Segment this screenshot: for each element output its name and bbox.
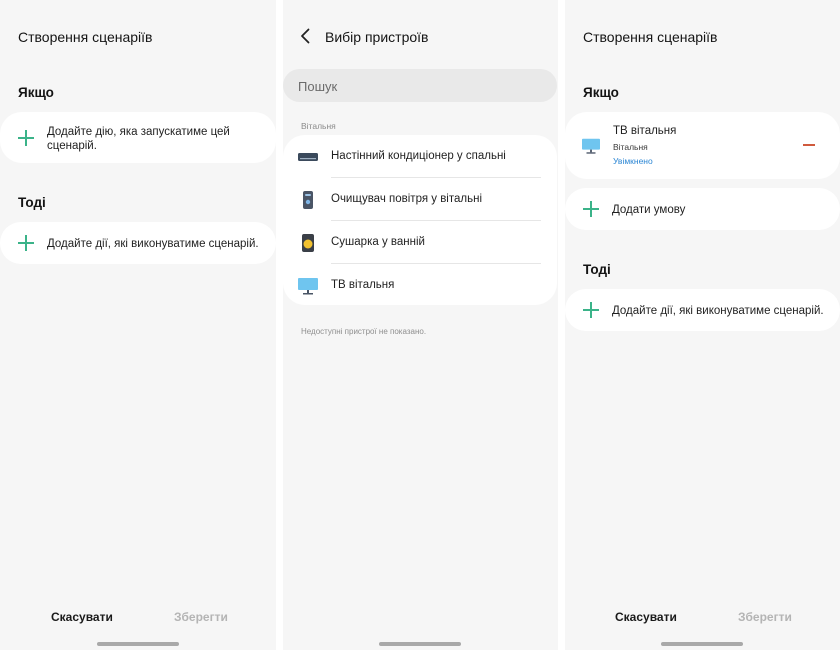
if-section-heading: Якщо	[583, 85, 619, 100]
add-action-text: Додайте дії, які виконуватиме сценарій.	[612, 305, 824, 317]
plus-icon	[18, 235, 34, 251]
air-conditioner-icon	[298, 153, 318, 161]
save-button[interactable]: Зберегти	[174, 610, 228, 624]
select-devices-screen: Вибір пристроїв Пошук Вітальня Настінний…	[283, 0, 558, 650]
plus-icon	[583, 201, 599, 217]
page-title: Створення сценаріїв	[18, 29, 153, 45]
home-indicator[interactable]	[661, 642, 743, 646]
device-list: Настінний кондиціонер у спальні Очищувач…	[283, 135, 557, 305]
condition-device-room: Вітальня	[613, 142, 648, 152]
create-scenario-screen-empty: Створення сценаріїв Якщо Додайте дію, як…	[0, 0, 276, 650]
device-name: Сушарка у ванній	[331, 236, 425, 248]
device-name: Очищувач повітря у вітальні	[331, 193, 483, 205]
device-name: Настінний кондиціонер у спальні	[331, 150, 506, 162]
create-scenario-screen-with-condition: Створення сценаріїв Якщо ТВ вітальня Віт…	[565, 0, 840, 650]
plus-icon	[583, 302, 599, 318]
unavailable-devices-note: Недоступні пристрої не показано.	[301, 327, 427, 336]
plus-icon	[18, 130, 34, 146]
search-input[interactable]: Пошук	[283, 69, 557, 102]
if-section-heading: Якщо	[18, 85, 54, 100]
add-condition-card[interactable]: Додати умову	[565, 188, 840, 230]
add-action-card[interactable]: Додайте дії, які виконуватиме сценарій.	[0, 222, 276, 264]
add-trigger-text: Додайте дію, яка запускатиме цей сценарі…	[47, 126, 230, 152]
add-condition-text: Додати умову	[612, 204, 686, 216]
tv-icon	[298, 278, 318, 295]
back-arrow-icon[interactable]	[297, 27, 315, 45]
search-placeholder: Пошук	[298, 79, 338, 94]
device-name: ТВ вітальня	[331, 279, 395, 291]
dryer-icon	[302, 234, 314, 252]
device-item-air-purifier[interactable]: Очищувач повітря у вітальні	[283, 178, 557, 221]
cancel-button[interactable]: Скасувати	[51, 610, 113, 624]
add-action-card[interactable]: Додайте дії, які виконуватиме сценарій.	[565, 289, 840, 331]
cancel-button[interactable]: Скасувати	[615, 610, 677, 624]
page-title: Створення сценаріїв	[583, 29, 718, 45]
device-item-dryer[interactable]: Сушарка у ванній	[283, 221, 557, 264]
tv-icon	[582, 138, 600, 154]
save-button[interactable]: Зберегти	[738, 610, 792, 624]
add-action-text: Додайте дії, які виконуватиме сценарій.	[47, 238, 259, 250]
device-item-tv[interactable]: ТВ вітальня	[283, 264, 557, 307]
home-indicator[interactable]	[379, 642, 461, 646]
condition-device-card[interactable]: ТВ вітальня Вітальня Увімкнено	[565, 112, 840, 179]
then-section-heading: Тоді	[18, 195, 46, 210]
home-indicator[interactable]	[97, 642, 179, 646]
then-section-heading: Тоді	[583, 262, 611, 277]
condition-device-name: ТВ вітальня	[613, 125, 677, 137]
condition-device-state: Увімкнено	[613, 156, 653, 166]
remove-condition-icon[interactable]	[803, 144, 815, 146]
page-title: Вибір пристроїв	[325, 29, 429, 45]
device-item-air-conditioner[interactable]: Настінний кондиціонер у спальні	[283, 135, 557, 178]
air-purifier-icon	[303, 191, 313, 209]
room-group-label: Вітальня	[301, 121, 336, 131]
add-trigger-card[interactable]: Додайте дію, яка запускатиме цей сценарі…	[0, 112, 276, 163]
